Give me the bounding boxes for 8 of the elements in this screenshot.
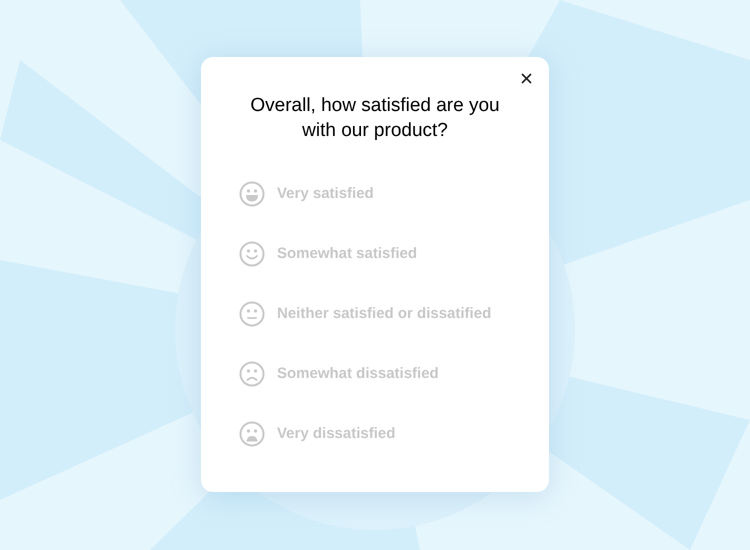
close-button[interactable] [519,71,533,85]
frowning-face-icon [239,361,265,387]
neutral-face-icon [239,301,265,327]
close-icon [520,72,532,84]
upset-face-icon [239,421,265,447]
dialog-title: Overall, how satisfied are you with our product? [249,94,501,143]
grinning-face-icon [239,181,265,207]
smiling-face-icon [239,241,265,267]
